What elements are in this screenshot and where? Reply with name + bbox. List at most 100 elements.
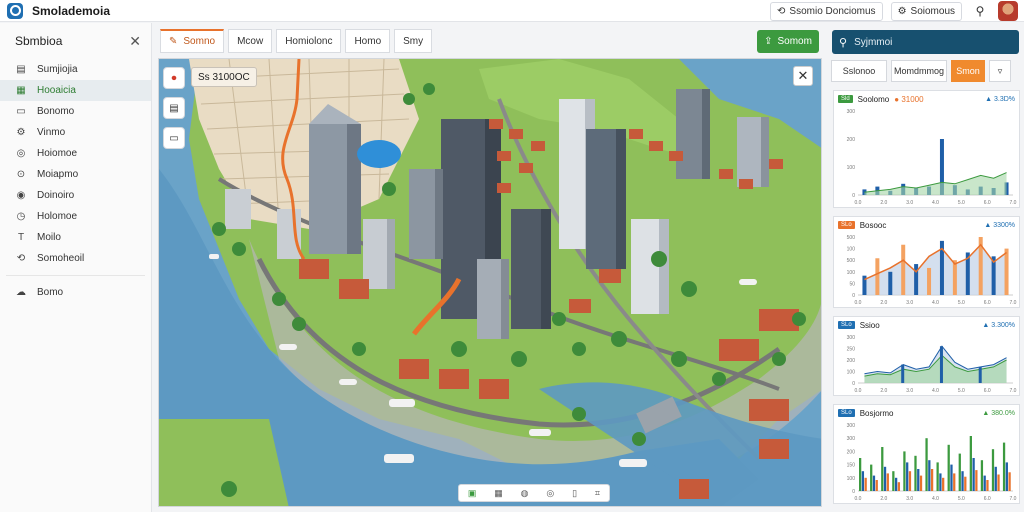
panel-tab-label: Smon [956, 66, 980, 76]
filter-icon[interactable]: ▿ [989, 60, 1011, 82]
toolbar-tab-4[interactable]: Smy [394, 29, 433, 53]
search-icon[interactable]: ⚲ [970, 2, 990, 21]
crop-icon[interactable]: ⌗ [595, 488, 600, 499]
chart-bar [888, 271, 893, 295]
compass-icon[interactable]: ◎ [546, 488, 554, 499]
x-tick-label: 0.0 [855, 300, 862, 306]
top-action-button-2[interactable]: ⚙ Soiomous [890, 1, 962, 21]
sidebar-item-4[interactable]: ◎ Hoiomoe [0, 143, 151, 164]
chart-card-header: SLo Ssioo ▲ 3.300% [834, 317, 1019, 333]
chart-card-title: Ssioo [859, 320, 880, 330]
globe-icon[interactable]: ◍ [521, 488, 529, 499]
chart-bar [875, 480, 878, 491]
toolbar-tab-1[interactable]: Mcow [228, 29, 273, 53]
city-map-view[interactable]: ⏺ ▤ ▭ Ss 3100OC ✕ ▣ ▦ ◍ ◎ ▯ ⌗ [158, 58, 822, 507]
chart-card-badge: SLo [838, 409, 855, 417]
chart-card-value: ▲ 3.3D% [985, 95, 1015, 103]
y-tick-label: 150 [847, 463, 856, 469]
toolbar-tab-3[interactable]: Homo [345, 29, 391, 53]
chart-bar [997, 474, 1000, 491]
close-icon[interactable]: ✕ [129, 33, 141, 50]
y-tick-label: 300 [847, 436, 856, 442]
gear-icon: ⚙ [16, 127, 26, 138]
x-tick-label: 4.0 [932, 300, 939, 306]
chart-card-value-text: 380.0% [991, 409, 1015, 417]
chart-card-0[interactable]: Sld Soolomo ● 31000 ▲ 3.3D% 300 200 100 0 0.… [833, 90, 1020, 208]
chart-bar [886, 473, 889, 491]
x-tick-label: 4.0 [932, 200, 939, 206]
chart-bar [901, 364, 905, 383]
sidebar-item-9[interactable]: ⟲ Somoheoil [0, 248, 151, 269]
chart-bar [964, 476, 967, 491]
sidebar-item-label: Moiapmo [37, 169, 79, 180]
cloud-icon: ☁ [16, 287, 26, 298]
chart-card-header: SLo Bosooc ▲ 3300% [834, 217, 1019, 233]
sidebar-item-6[interactable]: ◉ Doinoiro [0, 185, 151, 206]
share-icon: ⇪ [764, 36, 773, 47]
y-tick-label: 250 [847, 347, 856, 353]
sidebar-item-2[interactable]: ▭ Bonomo [0, 101, 151, 122]
chart-card-1[interactable]: SLo Bosooc ▲ 3300% 500 100 500 100 50 0 0.0 2.0… [833, 216, 1020, 308]
chart-bar [870, 464, 873, 491]
file-icon[interactable]: ▯ [572, 488, 577, 499]
sidebar-item-label: Moilo [37, 232, 61, 243]
sidebar-item-1[interactable]: ▦ Hooaicia [0, 80, 151, 101]
y-tick-label: 0 [852, 381, 855, 387]
panel-tab-0[interactable]: Sslonoo [831, 60, 887, 82]
sidebar-item-3[interactable]: ⚙ Vinmo [0, 122, 151, 143]
map-layers-button[interactable]: ▤ [163, 97, 185, 119]
x-tick-label: 5.0 [958, 388, 965, 394]
chart-card-value-text: 3.3D% [993, 95, 1015, 103]
panel-tab-1[interactable]: Momdmmog [891, 60, 947, 82]
map-record-button[interactable]: ⏺ [163, 67, 185, 89]
chart-card-legend: ● 31000 [894, 94, 924, 104]
chart-bar [914, 264, 919, 295]
action-button-label: Somom [777, 36, 812, 47]
panel-tab-2[interactable]: Smon [951, 60, 985, 82]
close-icon[interactable]: ✕ [793, 66, 813, 86]
chart-card-3[interactable]: SLo Bosjormo ▲ 380.0% 300 300 200 150 100 0 0.… [833, 404, 1020, 504]
chart-bar [859, 458, 862, 491]
sidebar-item-footer[interactable]: ☁ Bomo [0, 282, 151, 303]
chart-bar [864, 477, 867, 491]
image-icon[interactable]: ▣ [468, 488, 477, 499]
toolbar-tab-2[interactable]: Homiolonc [276, 29, 342, 53]
grid-icon[interactable]: ▦ [494, 488, 503, 499]
toolbar-tab-0[interactable]: ✎ Somno [160, 29, 225, 53]
chart-card-value: ▲ 3300% [984, 221, 1015, 229]
chart-bar [861, 471, 865, 491]
sidebar-item-0[interactable]: ▤ Sumjiojia [0, 59, 151, 80]
chart-bar [953, 473, 956, 491]
toolbar-tab-label: Mcow [237, 35, 264, 47]
sidebar-title: Sbmbioa [15, 34, 63, 48]
chart-card-2[interactable]: SLo Ssioo ▲ 3.300% 300 250 200 100 0 0.0 2.0 3.… [833, 316, 1020, 396]
analytics-panel: Sslonoo Momdmmog Smon ▿ Sld Soolomo ● 31000… [831, 58, 1020, 508]
sidebar-item-7[interactable]: ◷ Holomoe [0, 206, 151, 227]
chart-bar [883, 466, 887, 491]
sidebar-item-8[interactable]: T Moilo [0, 227, 151, 248]
layers-icon: ▤ [169, 102, 179, 114]
sidebar: Sbmbioa ✕ ▤ Sumjiojia ▦ Hooaicia ▭ Bonomo ⚙ Vin… [0, 23, 152, 512]
x-tick-label: 5.0 [958, 300, 965, 306]
search-input[interactable] [854, 36, 1005, 48]
y-tick-label: 0 [852, 489, 855, 495]
search-box[interactable]: ⚲ [832, 30, 1019, 54]
chart-bar [991, 449, 995, 491]
x-tick-label: 2.0 [880, 200, 887, 206]
chart-card-title: Bosjormo [859, 408, 894, 418]
chart-bar [980, 460, 984, 491]
target-icon: ◎ [16, 148, 26, 159]
chart-bar [950, 464, 953, 491]
grid-icon: ▦ [16, 85, 26, 96]
refresh-icon: ⟲ [777, 5, 786, 17]
chart-card-header: SLo Bosjormo ▲ 380.0% [834, 405, 1019, 421]
top-action-button-1[interactable]: ⟲ Ssomio Donciomus [770, 1, 883, 21]
chart-bar [972, 458, 975, 491]
sidebar-item-5[interactable]: ⊙ Moiapmo [0, 164, 151, 185]
action-button[interactable]: ⇪ Somom [757, 30, 819, 53]
chart-bar [986, 480, 989, 491]
avatar[interactable] [998, 1, 1018, 21]
panel-tabs: Sslonoo Momdmmog Smon ▿ [831, 58, 1020, 84]
x-tick-label: 0.0 [855, 496, 862, 502]
map-folder-button[interactable]: ▭ [163, 127, 185, 149]
